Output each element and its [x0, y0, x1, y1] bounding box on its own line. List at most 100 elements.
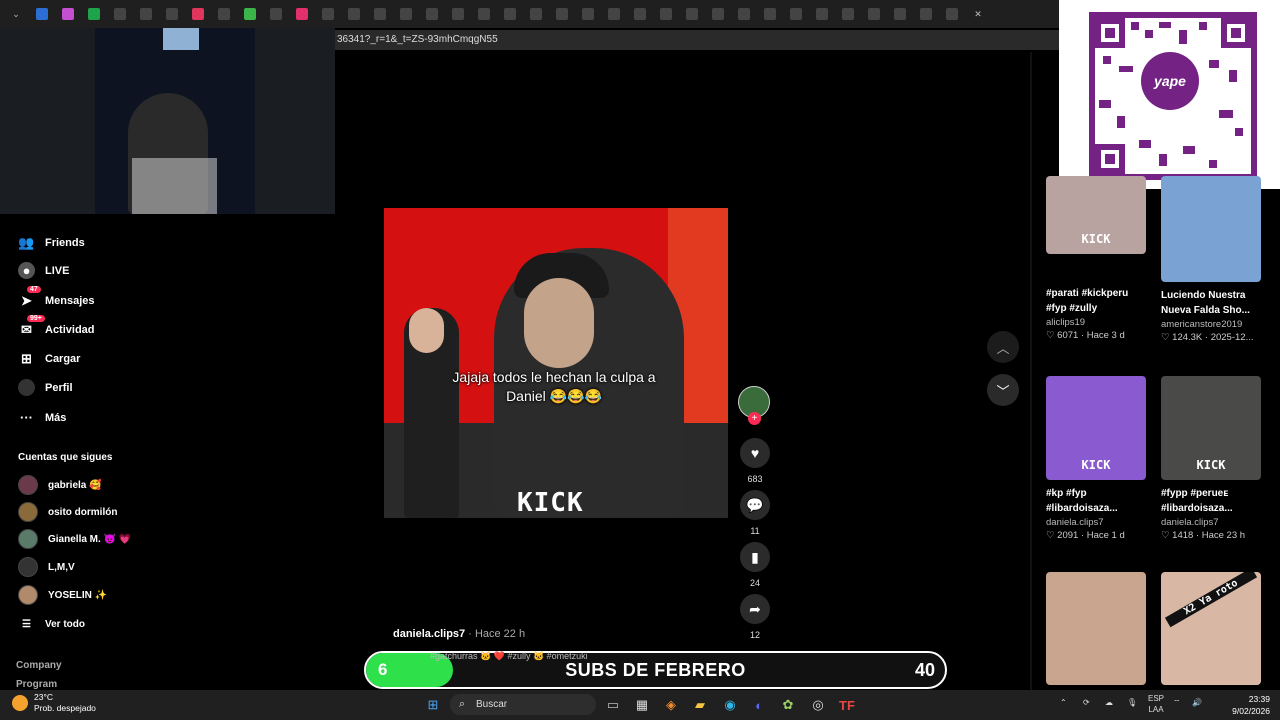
video-card[interactable]: Luciendo Nuestra Nueva Falda Sho... amer… — [1161, 176, 1261, 343]
share-icon[interactable]: ➦ — [740, 594, 770, 624]
tab-j[interactable] — [342, 4, 366, 24]
tf-app-icon[interactable]: TF — [837, 695, 857, 715]
sidebar-item-live[interactable]: ● LIVE — [18, 262, 69, 279]
video-thumbnail[interactable]: KICK — [1046, 376, 1146, 480]
tray-chevron-icon[interactable]: ⌃ — [1060, 697, 1067, 708]
account-item[interactable]: YOSELIN ✨ — [18, 585, 107, 605]
tab-p[interactable] — [498, 4, 522, 24]
tab-i[interactable] — [316, 4, 340, 24]
tab-z[interactable] — [758, 4, 782, 24]
tab-ag[interactable] — [940, 4, 964, 24]
tab-in[interactable] — [56, 4, 80, 24]
task-view-icon[interactable]: ▭ — [603, 695, 623, 715]
tab-h[interactable] — [290, 4, 314, 24]
tab-m[interactable] — [420, 4, 444, 24]
footer-program[interactable]: Program — [16, 679, 57, 689]
tab-ac[interactable] — [836, 4, 860, 24]
tab-t[interactable] — [602, 4, 626, 24]
video-card[interactable]: KICK #kp #fyp #libardoisaza... daniela.c… — [1046, 376, 1146, 541]
previous-video-button[interactable]: ︿ — [987, 331, 1019, 363]
heart-icon[interactable]: ♥ — [740, 438, 770, 468]
video-card-title[interactable]: #parati #kickperu #fyp #zully — [1046, 286, 1142, 316]
sidebar-item-profile[interactable]: Perfil — [18, 379, 73, 396]
tray-app-icon[interactable]: ⟳ — [1083, 697, 1090, 708]
tab-de[interactable] — [30, 4, 54, 24]
tab-v[interactable] — [654, 4, 678, 24]
video-thumbnail[interactable]: X2 Ya roto — [1161, 572, 1261, 685]
video-thumbnail[interactable] — [1161, 176, 1261, 282]
clock[interactable]: 23:39 9/02/2026 — [1214, 693, 1270, 717]
video-author[interactable]: daniela.clips7 — [393, 628, 465, 640]
sidebar-item-messages[interactable]: ➤ 47 Mensajes — [18, 286, 95, 309]
tab-g[interactable] — [264, 4, 288, 24]
tab-a[interactable] — [108, 4, 132, 24]
save-action[interactable]: ▮ 24 — [738, 542, 772, 588]
tab-n[interactable] — [446, 4, 470, 24]
account-item[interactable]: Gianella M. 😈 💗 — [18, 529, 131, 549]
taskbar-search[interactable]: ⌕ Buscar — [450, 694, 596, 715]
tab-r[interactable] — [550, 4, 574, 24]
discord-icon[interactable]: ◐ — [749, 695, 769, 715]
windows-start-icon[interactable]: ⊞ — [423, 695, 443, 715]
video-card-title[interactable]: Luciendo Nuestra Nueva Falda Sho... — [1161, 288, 1257, 318]
onedrive-icon[interactable]: ☁ — [1105, 697, 1113, 708]
account-item[interactable]: gabriela 🥰 — [18, 475, 102, 495]
bookmark-icon[interactable]: ▮ — [740, 542, 770, 572]
next-video-button[interactable]: ﹀ — [987, 374, 1019, 406]
tab-b[interactable] — [134, 4, 158, 24]
weather-widget[interactable]: 23°C Prob. despejado — [12, 692, 96, 714]
address-bar[interactable]: 36341?_r=1&_t=ZS-93mhCmqgN55 — [335, 30, 1060, 50]
tab-ad[interactable] — [862, 4, 886, 24]
video-player[interactable]: Jajaja todos le hechan la culpa a Daniel… — [384, 208, 728, 518]
follow-plus-icon[interactable]: + — [748, 412, 761, 425]
video-card[interactable]: KICK #fypp #perueᴇ #libardoisaza... dani… — [1161, 376, 1261, 541]
volume-icon[interactable]: 🔊 — [1192, 697, 1202, 708]
video-card[interactable] — [1046, 572, 1146, 685]
comment-icon[interactable]: 💬 — [740, 490, 770, 520]
video-card-user[interactable]: americanstore2019 — [1161, 319, 1261, 330]
obs-icon[interactable]: ◎ — [808, 695, 828, 715]
network-icon[interactable]: ⌔ — [1173, 697, 1181, 708]
see-all-link[interactable]: ☰ Ver todo — [18, 616, 85, 633]
edge-browser-icon[interactable]: ◉ — [720, 695, 740, 715]
tab-ae[interactable] — [888, 4, 912, 24]
file-explorer-icon[interactable]: ▰ — [690, 695, 710, 715]
video-card-title[interactable]: #kp #fyp #libardoisaza... — [1046, 486, 1142, 516]
like-action[interactable]: ♥ 683 — [738, 438, 772, 484]
account-item[interactable]: L,M,V — [18, 557, 75, 577]
app-icon[interactable]: ✿ — [778, 695, 798, 715]
tab-e[interactable] — [212, 4, 236, 24]
tab-w[interactable] — [680, 4, 704, 24]
microphone-icon[interactable]: 🎙 — [1127, 697, 1137, 708]
tab-o[interactable] — [472, 4, 496, 24]
video-card[interactable]: X2 Ya roto — [1161, 572, 1261, 685]
sidebar-item-upload[interactable]: ⊞ Cargar — [18, 350, 80, 367]
tab-q[interactable] — [524, 4, 548, 24]
tab-aa[interactable] — [784, 4, 808, 24]
tab-s[interactable] — [82, 4, 106, 24]
video-thumbnail[interactable]: KICK — [1161, 376, 1261, 480]
tab-y[interactable] — [732, 4, 756, 24]
tab-u[interactable] — [628, 4, 652, 24]
tab-l[interactable] — [394, 4, 418, 24]
video-card-user[interactable]: aliclips19 — [1046, 317, 1146, 328]
sidebar-item-activity[interactable]: ✉ 99+ Actividad — [18, 315, 95, 338]
video-card[interactable]: KICK #parati #kickperu #fyp #zully alicl… — [1046, 176, 1146, 341]
video-thumbnail[interactable] — [1046, 572, 1146, 685]
video-card-user[interactable]: daniela.clips7 — [1161, 517, 1261, 528]
language-indicator[interactable]: ESP LAA — [1148, 693, 1164, 715]
store-icon[interactable]: ▦ — [632, 695, 652, 715]
tab-ab[interactable] — [810, 4, 834, 24]
video-card-title[interactable]: #fypp #perueᴇ #libardoisaza... — [1161, 486, 1257, 516]
share-action[interactable]: ➦ 12 — [738, 594, 772, 640]
sidebar-item-friends[interactable]: 👥 Friends — [18, 234, 84, 251]
tab-s2[interactable] — [576, 4, 600, 24]
tab-chevron[interactable]: ⌄ — [4, 4, 28, 24]
tab-close[interactable]: ✕ — [966, 4, 990, 24]
account-item[interactable]: osito dormilón — [18, 502, 117, 522]
video-author-line[interactable]: daniela.clips7 · Hace 22 h — [393, 628, 525, 640]
footer-company[interactable]: Company — [16, 660, 62, 671]
copilot-icon[interactable]: ◈ — [661, 695, 681, 715]
sidebar-item-more[interactable]: ··· Más — [18, 409, 66, 426]
tab-d[interactable] — [186, 4, 210, 24]
